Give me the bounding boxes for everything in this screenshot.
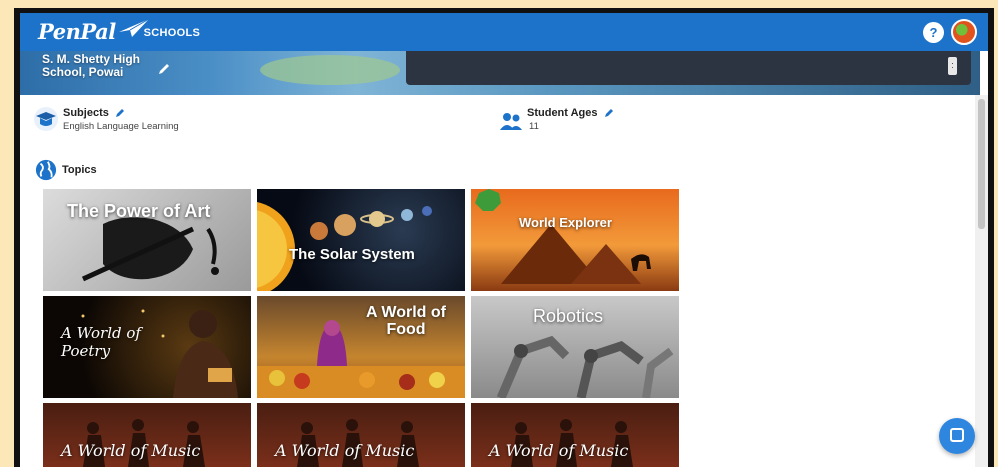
tile-title: The Solar System xyxy=(289,246,415,263)
app-screen: PenPal SCHOOLS ? S. M. Shetty High Schoo… xyxy=(20,13,988,467)
tile-title: A World of Food xyxy=(366,304,446,338)
panel-handle[interactable]: : xyxy=(948,57,957,75)
chat-icon[interactable] xyxy=(939,418,975,454)
avatar[interactable] xyxy=(951,19,977,45)
top-navigation-bar: PenPal SCHOOLS ? xyxy=(20,13,988,51)
logo-main-text: PenPal xyxy=(38,19,116,44)
edit-subjects-pencil-icon[interactable] xyxy=(116,108,125,117)
topic-tile-world-of-music[interactable]: A World of Music xyxy=(471,403,679,467)
tile-title: A World of Poetry xyxy=(61,324,141,360)
map-landmass xyxy=(260,55,400,85)
school-name: S. M. Shetty High School, Powai xyxy=(42,52,141,79)
school-banner-map: S. M. Shetty High School, Powai : xyxy=(20,51,980,95)
topic-tile-solar-system[interactable]: The Solar System xyxy=(257,189,465,291)
student-ages-value: 11 xyxy=(529,121,539,132)
topic-tile-robotics[interactable]: Robotics xyxy=(471,296,679,398)
planets-image xyxy=(257,202,432,291)
logo-sub-text: SCHOOLS xyxy=(143,27,201,39)
penpal-schools-logo[interactable]: PenPal SCHOOLS xyxy=(38,18,200,44)
tile-title: A World of Music xyxy=(489,441,629,460)
topic-tile-world-explorer[interactable]: World Explorer xyxy=(471,189,679,291)
topic-tile-world-of-music[interactable]: A World of Music xyxy=(43,403,251,467)
globe-icon xyxy=(35,159,57,181)
people-icon xyxy=(500,113,522,130)
help-icon[interactable]: ? xyxy=(923,22,944,43)
tile-title: Robotics xyxy=(533,306,604,326)
banner-dark-panel: : xyxy=(406,51,971,85)
student-ages-title: Student Ages xyxy=(527,107,598,119)
tile-title: The Power of Art xyxy=(67,201,211,221)
subjects-value: English Language Learning xyxy=(63,121,179,132)
tile-title: World Explorer xyxy=(519,215,612,230)
graduation-cap-icon xyxy=(34,107,58,131)
tile-title: A World of Music xyxy=(275,441,415,460)
edit-student-ages-pencil-icon[interactable] xyxy=(605,108,614,117)
chat-bubble-glyph xyxy=(950,428,964,442)
topic-tile-power-of-art[interactable]: The Power of Art xyxy=(43,189,251,291)
vertical-scrollbar[interactable] xyxy=(975,95,988,467)
topic-tile-world-of-poetry[interactable]: A World of Poetry xyxy=(43,296,251,398)
edit-school-pencil-icon[interactable] xyxy=(158,63,170,75)
topic-tile-world-of-food[interactable]: A World of Food xyxy=(257,296,465,398)
pyramids-image xyxy=(475,189,651,284)
tile-title: A World of Music xyxy=(61,441,201,460)
scrollbar-thumb[interactable] xyxy=(978,99,985,229)
subjects-title: Subjects xyxy=(63,107,109,119)
topic-tile-world-of-music[interactable]: A World of Music xyxy=(257,403,465,467)
topics-heading: Topics xyxy=(62,164,97,176)
